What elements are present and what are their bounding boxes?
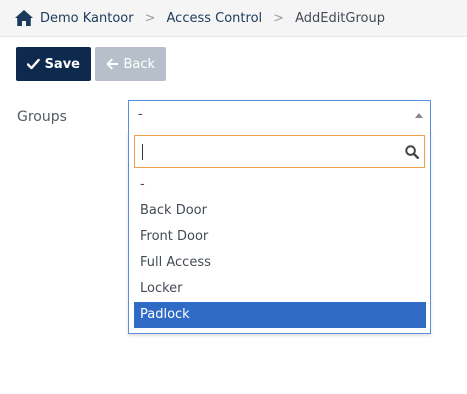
back-button-label: Back bbox=[123, 56, 155, 72]
breadcrumb-separator: > bbox=[273, 10, 285, 26]
dropdown-options: - Back Door Front Door Full Access Locke… bbox=[134, 172, 426, 328]
dropdown-search bbox=[134, 135, 425, 168]
groups-select-value: - bbox=[138, 107, 143, 122]
option-full-access[interactable]: Full Access bbox=[134, 250, 426, 276]
option-padlock[interactable]: Padlock bbox=[134, 302, 426, 328]
toolbar: Save Back bbox=[16, 47, 166, 81]
option-front-door[interactable]: Front Door bbox=[134, 224, 426, 250]
breadcrumb-separator: > bbox=[144, 10, 156, 26]
groups-select[interactable]: - bbox=[128, 100, 431, 130]
check-icon bbox=[27, 58, 40, 70]
chevron-up-icon bbox=[415, 113, 423, 118]
groups-label: Groups bbox=[17, 109, 67, 125]
option-dash[interactable]: - bbox=[134, 172, 426, 198]
breadcrumb: Demo Kantoor > Access Control > AddEditG… bbox=[0, 0, 467, 37]
breadcrumb-item-current: AddEditGroup bbox=[295, 10, 385, 26]
groups-dropdown: - Back Door Front Door Full Access Locke… bbox=[128, 130, 431, 334]
search-icon bbox=[405, 145, 419, 159]
save-button-label: Save bbox=[44, 56, 80, 72]
dropdown-search-input[interactable] bbox=[135, 136, 424, 167]
save-button[interactable]: Save bbox=[16, 47, 91, 81]
breadcrumb-item-demo-kantoor[interactable]: Demo Kantoor bbox=[40, 11, 134, 26]
text-cursor bbox=[142, 144, 143, 160]
back-button[interactable]: Back bbox=[95, 47, 166, 81]
home-icon[interactable] bbox=[14, 9, 34, 27]
option-back-door[interactable]: Back Door bbox=[134, 198, 426, 224]
option-locker[interactable]: Locker bbox=[134, 276, 426, 302]
arrow-left-icon bbox=[106, 58, 119, 70]
breadcrumb-item-access-control[interactable]: Access Control bbox=[167, 11, 263, 26]
